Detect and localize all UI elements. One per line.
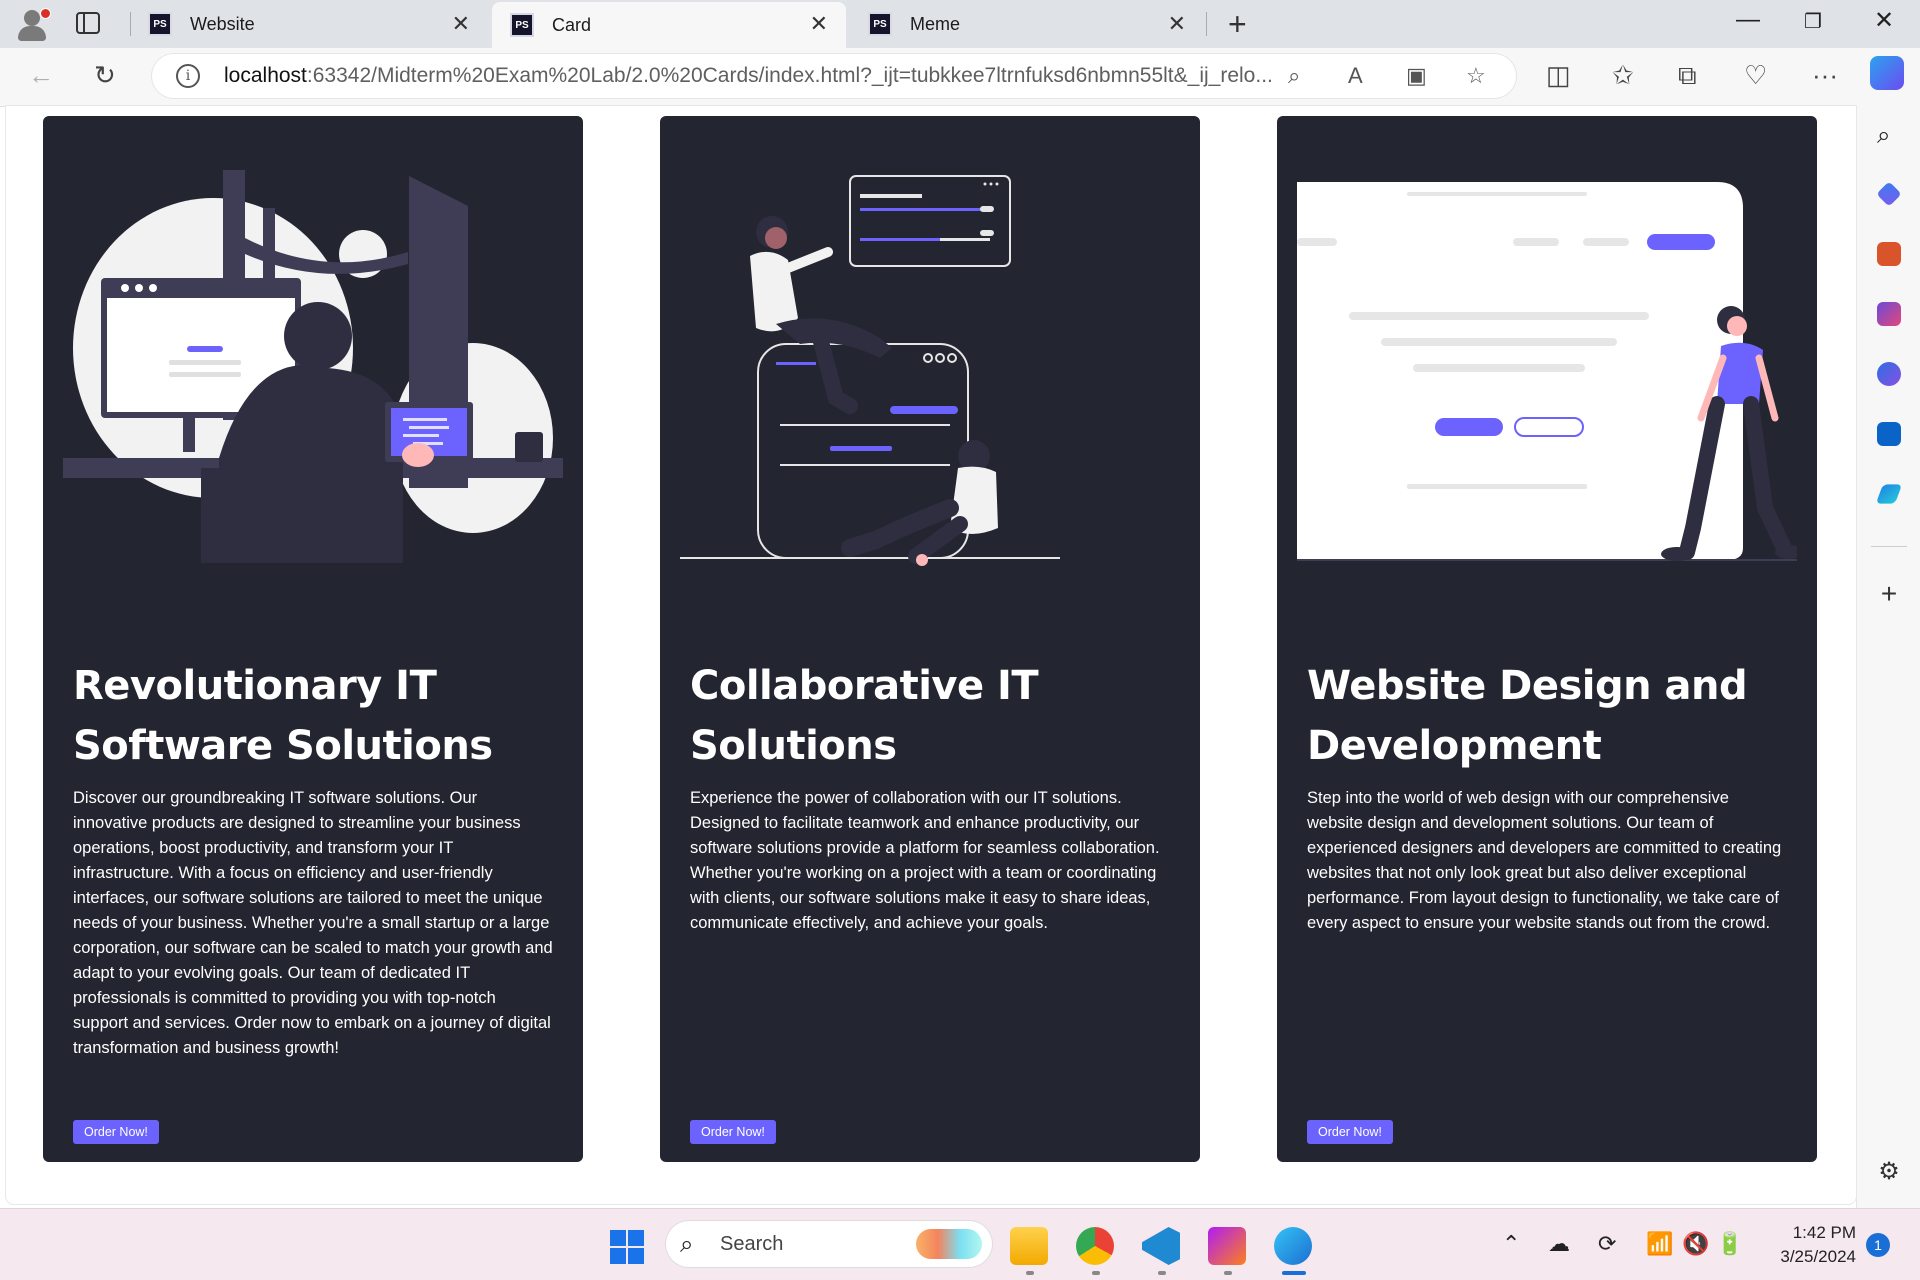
shopping-tag-icon[interactable] — [1876, 181, 1902, 207]
running-indicator — [1026, 1271, 1034, 1275]
card-description: Step into the world of web design with o… — [1307, 789, 1782, 932]
clock-date: 3/25/2024 — [1780, 1247, 1856, 1266]
show-hidden-icons-chevron-icon[interactable]: ⌃ — [1502, 1231, 1520, 1257]
send-icon[interactable] — [1875, 484, 1903, 504]
search-icon[interactable]: ⌕ — [1877, 122, 1901, 149]
order-now-button[interactable]: Order Now! — [690, 1120, 776, 1144]
close-tab-icon[interactable]: ✕ — [1168, 11, 1186, 37]
refresh-icon[interactable]: ↻ — [94, 60, 116, 91]
tab-website[interactable]: PS Website ✕ — [130, 0, 488, 48]
order-now-button[interactable]: Order Now! — [73, 1120, 159, 1144]
tools-briefcase-icon[interactable] — [1877, 242, 1901, 266]
tab-strip: PS Website ✕ PS Card ✕ PS Meme ✕ + — ❐ ✕ — [0, 0, 1920, 48]
copilot-icon[interactable] — [1870, 56, 1904, 90]
page-viewport: Revolutionary IT Software Solutions Disc… — [6, 106, 1856, 1204]
settings-gear-icon[interactable]: ⚙ — [1877, 1160, 1901, 1184]
favorite-star-icon[interactable]: ☆ — [1466, 63, 1486, 89]
card-title: Website Design and Development — [1307, 663, 1748, 769]
sync-icon[interactable]: ⟳ — [1598, 1231, 1616, 1257]
phpstorm-icon: PS — [868, 12, 892, 36]
favorites-icon[interactable]: ✩ — [1612, 60, 1634, 91]
restore-icon[interactable]: ❐ — [1804, 9, 1822, 34]
order-now-button[interactable]: Order Now! — [1307, 1120, 1393, 1144]
team-collaboration-illustration — [680, 175, 1060, 566]
tab-title: Meme — [910, 13, 961, 34]
battery-icon[interactable]: 🔋 — [1716, 1231, 1743, 1257]
immersive-reader-icon[interactable]: ▣ — [1406, 63, 1427, 89]
clock-time: 1:42 PM — [1792, 1223, 1856, 1242]
system-clock[interactable]: 1:42 PM 3/25/2024 — [1762, 1221, 1856, 1269]
more-options-icon[interactable]: ··· — [1812, 60, 1838, 91]
edge-icon[interactable] — [1274, 1227, 1312, 1265]
card-it-software: Revolutionary IT Software Solutions Disc… — [43, 116, 583, 1162]
card-description: Discover our groundbreaking IT software … — [73, 789, 553, 1057]
tab-title: Card — [552, 14, 592, 35]
active-indicator — [1282, 1271, 1306, 1275]
profile-avatar-icon[interactable] — [14, 6, 52, 44]
tab-card[interactable]: PS Card ✕ — [492, 2, 846, 48]
back-arrow-icon[interactable]: ← — [28, 60, 54, 91]
phpstorm-icon: PS — [148, 12, 172, 36]
phpstorm-icon: PS — [510, 13, 534, 37]
running-indicator — [1224, 1271, 1232, 1275]
close-tab-icon[interactable]: ✕ — [452, 11, 470, 37]
windows-start-icon[interactable] — [610, 1230, 644, 1264]
browser-toolbar: ← ↻ i localhost:63342/Midterm%20Exam%20L… — [0, 48, 1920, 107]
edge-sidebar: ⌕ + ⚙ — [1856, 106, 1920, 1208]
notification-badge[interactable]: 1 — [1866, 1233, 1890, 1257]
developer-at-computer-illustration — [63, 170, 563, 563]
minimize-icon[interactable]: — — [1736, 6, 1760, 34]
card-website-design: Website Design and Development Step into… — [1277, 116, 1817, 1162]
search-label: Search — [720, 1233, 784, 1255]
file-explorer-icon[interactable] — [1010, 1227, 1048, 1265]
wifi-icon[interactable]: 📶 — [1646, 1231, 1673, 1257]
address-bar[interactable]: i localhost:63342/Midterm%20Exam%20Lab/2… — [152, 54, 1516, 98]
close-window-icon[interactable]: ✕ — [1874, 6, 1894, 35]
outlook-icon[interactable] — [1877, 422, 1901, 446]
read-aloud-icon[interactable]: A — [1348, 63, 1363, 89]
website-mockup-illustration — [1297, 182, 1797, 561]
zoom-icon[interactable]: ⌕ — [1288, 63, 1300, 89]
tab-separator — [1206, 12, 1207, 36]
windows-taskbar: ⌕ Search ⌃ ☁ ⟳ 📶 🔇 🔋 1:42 PM 3/25/2024 1 — [0, 1208, 1920, 1280]
microsoft-365-icon[interactable] — [1877, 362, 1901, 386]
onedrive-cloud-icon[interactable]: ☁ — [1548, 1231, 1570, 1257]
card-title: Revolutionary IT Software Solutions — [73, 663, 493, 769]
site-info-icon[interactable]: i — [176, 64, 200, 88]
chrome-icon[interactable] — [1076, 1227, 1114, 1265]
add-sidebar-app-icon[interactable]: + — [1877, 580, 1901, 608]
card-collaborative-it: Collaborative IT Solutions Experience th… — [660, 116, 1200, 1162]
tab-meme[interactable]: PS Meme ✕ — [850, 0, 1204, 48]
search-icon: ⌕ — [680, 1231, 694, 1258]
tab-title: Website — [190, 13, 255, 34]
new-tab-icon[interactable]: + — [1228, 6, 1247, 43]
sidebar-separator — [1871, 546, 1907, 547]
collections-icon[interactable]: ⧉ — [1678, 60, 1697, 92]
card-title: Collaborative IT Solutions — [690, 663, 1039, 769]
taskbar-search[interactable]: ⌕ Search — [666, 1221, 992, 1267]
vscode-icon[interactable] — [1142, 1227, 1180, 1265]
running-indicator — [1158, 1271, 1166, 1275]
url-host: localhost — [224, 64, 307, 87]
phpstorm-icon[interactable] — [1208, 1227, 1246, 1265]
close-tab-icon[interactable]: ✕ — [810, 11, 828, 37]
running-indicator — [1092, 1271, 1100, 1275]
search-highlight-icon — [916, 1229, 982, 1259]
url-text[interactable]: localhost:63342/Midterm%20Exam%20Lab/2.0… — [224, 64, 1273, 88]
tab-actions-icon[interactable] — [76, 12, 100, 34]
split-screen-icon[interactable]: ◫ — [1546, 60, 1571, 91]
url-path: :63342/Midterm%20Exam%20Lab/2.0%20Cards/… — [306, 64, 1273, 87]
card-description: Experience the power of collaboration wi… — [690, 789, 1160, 932]
volume-muted-icon[interactable]: 🔇 — [1682, 1231, 1709, 1257]
browser-essentials-icon[interactable]: ♡ — [1744, 60, 1767, 91]
games-icon[interactable] — [1877, 302, 1901, 326]
